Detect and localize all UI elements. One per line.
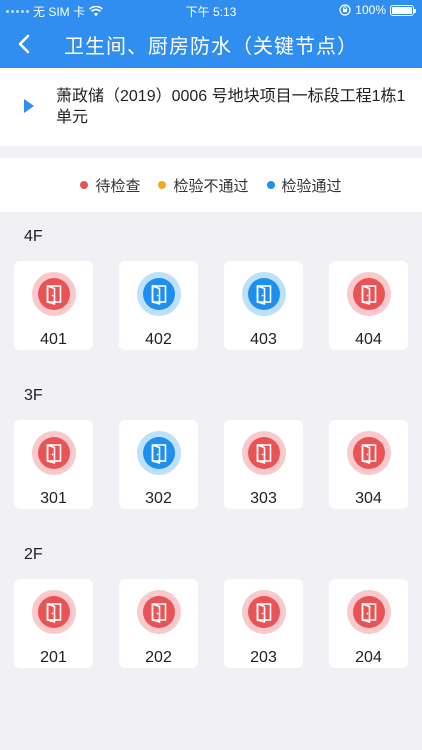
room-number: 203 bbox=[250, 649, 277, 666]
room-number: 301 bbox=[40, 490, 67, 507]
door-icon bbox=[248, 596, 280, 628]
legend-label: 检验不通过 bbox=[173, 177, 249, 195]
room-number: 403 bbox=[250, 331, 277, 348]
room-card[interactable]: 403 bbox=[224, 261, 303, 350]
legend-label: 待检查 bbox=[95, 177, 141, 195]
room-number: 402 bbox=[145, 331, 172, 348]
battery-icon bbox=[390, 4, 416, 16]
room-card[interactable]: 301 bbox=[14, 420, 93, 509]
legend-dot bbox=[158, 181, 167, 189]
status-badge bbox=[347, 272, 391, 316]
status-badge bbox=[137, 272, 181, 316]
room-card[interactable]: 303 bbox=[224, 420, 303, 509]
room-card[interactable]: 304 bbox=[329, 420, 408, 509]
room-card[interactable]: 401 bbox=[14, 261, 93, 350]
door-icon bbox=[248, 278, 280, 310]
room-card[interactable]: 402 bbox=[119, 261, 198, 350]
page-title: 卫生间、厨房防水（关键节点） bbox=[64, 36, 358, 58]
room-number: 202 bbox=[145, 649, 172, 666]
floor-label: 3F bbox=[24, 387, 43, 404]
legend-label: 检验通过 bbox=[281, 177, 342, 195]
nav-bar: 卫生间、厨房防水（关键节点） bbox=[0, 20, 422, 68]
status-badge bbox=[242, 431, 286, 475]
battery-label: 100% bbox=[355, 3, 386, 17]
room-number: 404 bbox=[355, 331, 382, 348]
door-icon bbox=[353, 437, 385, 469]
status-right: 100% bbox=[339, 3, 416, 17]
status-badge bbox=[347, 431, 391, 475]
legend-item-failed: 检验不通过 bbox=[158, 175, 249, 196]
room-number: 304 bbox=[355, 490, 382, 507]
status-badge bbox=[242, 272, 286, 316]
status-badge bbox=[32, 590, 76, 634]
orientation-lock-icon bbox=[339, 4, 351, 16]
door-icon bbox=[38, 437, 70, 469]
legend-item-pending: 待检查 bbox=[80, 175, 140, 196]
room-card[interactable]: 404 bbox=[329, 261, 408, 350]
status-bar: 无 SIM 卡 下午 5:13 100% bbox=[0, 0, 422, 20]
room-number: 401 bbox=[40, 331, 67, 348]
room-card[interactable]: 302 bbox=[119, 420, 198, 509]
door-icon bbox=[143, 596, 175, 628]
room-number: 204 bbox=[355, 649, 382, 666]
caret-right-icon bbox=[24, 99, 34, 113]
room-card[interactable]: 201 bbox=[14, 579, 93, 668]
door-icon bbox=[143, 278, 175, 310]
status-badge bbox=[32, 431, 76, 475]
room-card[interactable]: 203 bbox=[224, 579, 303, 668]
status-legend: 待检查 检验不通过 检验通过 bbox=[0, 158, 422, 212]
door-icon bbox=[353, 596, 385, 628]
floor-label: 2F bbox=[24, 546, 43, 563]
status-badge bbox=[137, 590, 181, 634]
door-icon bbox=[38, 596, 70, 628]
status-badge bbox=[347, 590, 391, 634]
room-card[interactable]: 202 bbox=[119, 579, 198, 668]
floor-label: 4F bbox=[24, 228, 43, 245]
project-name: 萧政储（2019）0006 号地块项目一标段工程1栋1单元 bbox=[56, 88, 406, 126]
room-card[interactable]: 204 bbox=[329, 579, 408, 668]
status-badge bbox=[137, 431, 181, 475]
legend-item-passed: 检验通过 bbox=[266, 175, 342, 196]
room-number: 201 bbox=[40, 649, 67, 666]
project-row[interactable]: 萧政储（2019）0006 号地块项目一标段工程1栋1单元 bbox=[0, 68, 422, 146]
top-bar: 无 SIM 卡 下午 5:13 100% 卫生间、厨房防水（关键节点） bbox=[0, 0, 422, 68]
door-icon bbox=[353, 278, 385, 310]
room-number: 302 bbox=[145, 490, 172, 507]
door-icon bbox=[38, 278, 70, 310]
door-icon bbox=[143, 437, 175, 469]
status-badge bbox=[32, 272, 76, 316]
status-badge bbox=[242, 590, 286, 634]
door-icon bbox=[248, 437, 280, 469]
legend-dot bbox=[80, 181, 89, 189]
room-number: 303 bbox=[250, 490, 277, 507]
legend-dot bbox=[266, 181, 275, 189]
